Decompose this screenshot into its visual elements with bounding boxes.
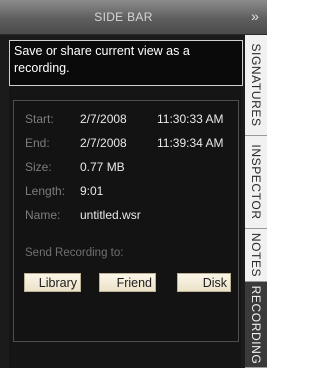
end-date: 2/7/2008 — [80, 136, 127, 150]
library-button[interactable]: Library — [24, 273, 81, 292]
tab-signatures-label: SIGNATURES — [249, 43, 263, 127]
end-time: 11:39:34 AM — [157, 136, 224, 150]
window-title: SIDE BAR — [94, 10, 153, 24]
vertical-tab-strip: SIGNATURES INSPECTOR NOTES RECORDING — [245, 35, 267, 368]
start-label: Start: — [25, 112, 54, 126]
start-date: 2/7/2008 — [80, 112, 127, 126]
start-time: 11:30:33 AM — [157, 112, 224, 126]
name-label: Name: — [25, 208, 61, 222]
send-recording-label: Send Recording to: — [25, 247, 124, 259]
recording-info-box: Start: 2/7/2008 11:30:33 AM End: 2/7/200… — [13, 100, 239, 342]
length-label: Length: — [25, 184, 66, 198]
friend-button[interactable]: Friend — [99, 273, 156, 292]
size-value: 0.77 MB — [80, 160, 125, 174]
size-label: Size: — [25, 160, 52, 174]
disk-button[interactable]: Disk — [177, 273, 231, 292]
double-chevron-right-icon[interactable]: » — [248, 8, 262, 24]
tab-signatures[interactable]: SIGNATURES — [245, 35, 267, 136]
tab-notes[interactable]: NOTES — [245, 229, 267, 282]
recording-description: Save or share current view as a recordin… — [9, 40, 243, 86]
tab-inspector[interactable]: INSPECTOR — [245, 136, 267, 229]
tab-inspector-label: INSPECTOR — [249, 144, 263, 220]
side-bar-window: SIDE BAR » Save or share current view as… — [0, 0, 267, 368]
end-label: End: — [25, 136, 50, 150]
tab-recording[interactable]: RECORDING — [245, 282, 267, 368]
length-value: 9:01 — [80, 184, 104, 198]
title-bar: SIDE BAR » — [0, 0, 267, 35]
tab-recording-label: RECORDING — [249, 285, 263, 364]
recording-panel: Save or share current view as a recordin… — [9, 40, 243, 368]
tab-notes-label: NOTES — [249, 232, 263, 278]
name-value: untitled.wsr — [80, 208, 141, 222]
